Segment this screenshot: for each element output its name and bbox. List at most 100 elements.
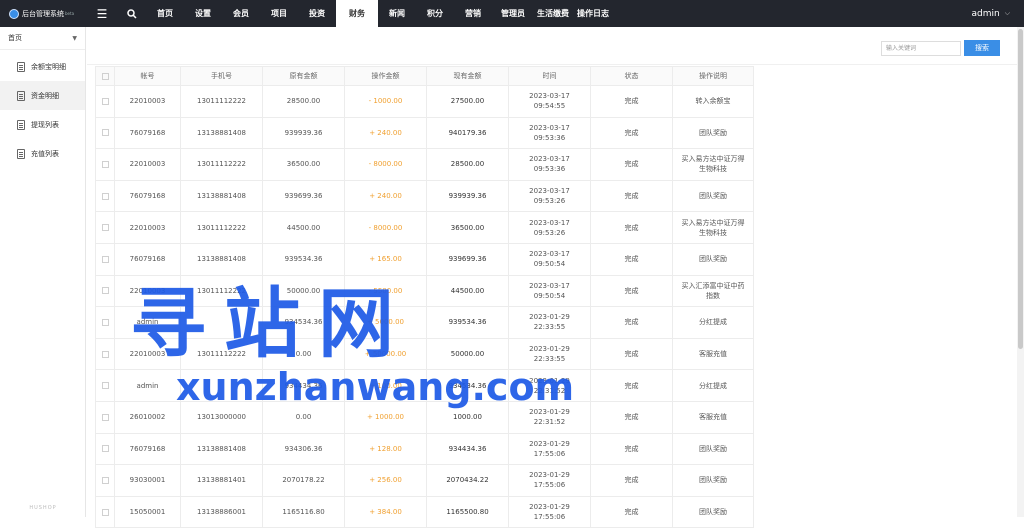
cell-description-line1: 团队奖励: [699, 128, 727, 137]
sidebar-item-1[interactable]: 资金明细: [0, 81, 85, 110]
nav-item-7[interactable]: 积分: [416, 0, 454, 27]
cell-operation-amount: + 1000.00: [344, 400, 427, 434]
table-row[interactable]: 76079168 13138881408 939534.36 + 165.00 9396…: [95, 242, 754, 276]
row-checkbox[interactable]: [95, 148, 115, 181]
cell-date: 2023-01-29: [529, 503, 570, 512]
table-row[interactable]: 76079168 13138881408 934306.36 + 128.00 9344…: [95, 432, 754, 466]
cell-description: 团队奖励: [672, 495, 754, 528]
cell-status: 完成: [590, 242, 673, 276]
nav-item-6[interactable]: 新闻: [378, 0, 416, 27]
cell-description-line1: 团队奖励: [699, 192, 727, 201]
cell-operation-amount: + 240.00: [344, 179, 427, 213]
search-input[interactable]: [881, 41, 961, 56]
cell-description-line1: 转入余额宝: [695, 97, 731, 106]
brand-title: 后台管理系统: [22, 9, 64, 18]
table-row[interactable]: admin 934434.36 + 100.00 934534.36 2023-01-2…: [95, 369, 754, 402]
cell-original-amount: 50000.00: [262, 274, 345, 308]
cell-account: 22010003: [114, 274, 181, 308]
sidebar-item-3[interactable]: 充值列表: [0, 139, 85, 168]
cell-status: 完成: [590, 432, 673, 466]
cell-description: 买入易方达中证万得 生物科技: [672, 148, 754, 181]
search-icon[interactable]: [120, 0, 144, 27]
cell-phone: 13138881408: [180, 116, 263, 150]
row-checkbox[interactable]: [95, 369, 115, 402]
cell-current-amount: 940179.36: [426, 116, 509, 150]
table-row[interactable]: 93030001 13138881401 2070178.22 + 256.00 207…: [95, 464, 754, 497]
col-current-amount: 现有金额: [426, 66, 509, 86]
nav-item-10[interactable]: 生活缴费: [534, 0, 572, 27]
cell-description-line1: 客服充值: [699, 413, 727, 422]
nav-item-3[interactable]: 项目: [260, 0, 298, 27]
cell-operation-amount: + 165.00: [344, 242, 427, 276]
nav-item-0[interactable]: 首页: [146, 0, 184, 27]
cell-account: admin: [114, 369, 181, 402]
row-checkbox[interactable]: [95, 211, 115, 244]
nav-item-8[interactable]: 营销: [454, 0, 492, 27]
cell-operation-amount: + 100.00: [344, 369, 427, 402]
sidebar-header[interactable]: 首页 ▼: [0, 27, 85, 50]
scrollbar-thumb[interactable]: [1018, 29, 1023, 349]
cell-time: 2023-01-29 22:33:55: [508, 306, 591, 339]
table-row[interactable]: 22010003 13011112222 50000.00- 5500.00 4450…: [95, 274, 754, 308]
cell-account: 93030001: [114, 464, 181, 497]
cell-current-amount: 1165500.80: [426, 495, 509, 528]
row-checkbox[interactable]: [95, 464, 115, 497]
cell-status: 完成: [590, 148, 673, 181]
table-row[interactable]: 22010003 13011112222 28500.00- 1000.00 2750…: [95, 85, 754, 118]
cell-phone: [180, 369, 263, 402]
row-checkbox[interactable]: [95, 242, 115, 276]
row-checkbox[interactable]: [95, 495, 115, 528]
table-row[interactable]: 76079168 13138881408 939939.36 + 240.00 9401…: [95, 116, 754, 150]
user-menu[interactable]: admin ⌵: [971, 0, 1010, 27]
cell-original-amount: 0.00: [262, 400, 345, 434]
select-all-checkbox[interactable]: [95, 66, 115, 86]
row-checkbox[interactable]: [95, 337, 115, 371]
table-row[interactable]: 22010003 13011112222 36500.00- 8000.00 2850…: [95, 148, 754, 181]
cell-account: 22010003: [114, 148, 181, 181]
sidebar-header-label: 首页: [8, 34, 22, 42]
cell-description: 团队奖励: [672, 432, 754, 466]
cell-original-amount: 939534.36: [262, 242, 345, 276]
row-checkbox[interactable]: [95, 274, 115, 308]
cell-description: 客服充值: [672, 337, 754, 371]
cell-operation-amount: + 5000.00: [344, 306, 427, 339]
cell-account: admin: [114, 306, 181, 339]
toolbar: 搜索: [87, 27, 1017, 65]
page-scrollbar[interactable]: [1017, 27, 1024, 517]
nav-item-4[interactable]: 投资: [298, 0, 336, 27]
cell-date: 2023-01-29: [529, 313, 570, 322]
cell-phone: 13011112222: [180, 211, 263, 244]
cell-date: 2023-01-29: [529, 471, 570, 480]
row-checkbox[interactable]: [95, 116, 115, 150]
cell-description: 买入易方达中证万得 生物科技: [672, 211, 754, 244]
row-checkbox[interactable]: [95, 400, 115, 434]
table-row[interactable]: 15050001 13138886001 1165116.80 + 384.00 116…: [95, 495, 754, 528]
table-row[interactable]: 76079168 13138881408 939699.36 + 240.00 9399…: [95, 179, 754, 213]
nav-item-11[interactable]: 操作日志: [572, 0, 614, 27]
sidebar-item-2[interactable]: 提现列表: [0, 110, 85, 139]
row-checkbox[interactable]: [95, 306, 115, 339]
table-row[interactable]: 22010003 13011112222 44500.00- 8000.00 3650…: [95, 211, 754, 244]
row-checkbox[interactable]: [95, 179, 115, 213]
nav-item-1[interactable]: 设置: [184, 0, 222, 27]
table-row[interactable]: admin 934534.36 + 5000.00 939534.36 2023-01-…: [95, 306, 754, 339]
search-button[interactable]: 搜索: [964, 40, 1000, 56]
cell-account: 26010002: [114, 400, 181, 434]
cell-description-line2: 生物科技: [699, 228, 727, 237]
nav-item-9[interactable]: 管理员: [492, 0, 534, 27]
brand[interactable]: 后台管理系统 beta: [0, 0, 86, 27]
cell-status: 完成: [590, 337, 673, 371]
nav-item-2[interactable]: 会员: [222, 0, 260, 27]
cell-phone: 13013000000: [180, 400, 263, 434]
table-row[interactable]: 26010002 13013000000 0.00 + 1000.00 1000.00 2…: [95, 400, 754, 434]
row-checkbox[interactable]: [95, 85, 115, 118]
table-row[interactable]: 22010003 13011112222 0.00 + 50000.00 50000.0…: [95, 337, 754, 371]
row-checkbox[interactable]: [95, 432, 115, 466]
nav-item-5[interactable]: 财务: [336, 0, 378, 27]
cell-phone: 13011112222: [180, 85, 263, 118]
cell-account: 22010003: [114, 211, 181, 244]
cell-date: 2023-03-17: [529, 187, 570, 196]
cell-date: 2023-03-17: [529, 281, 570, 290]
hamburger-icon[interactable]: ☰: [90, 0, 114, 27]
sidebar-item-0[interactable]: 余额宝明细: [0, 52, 85, 81]
